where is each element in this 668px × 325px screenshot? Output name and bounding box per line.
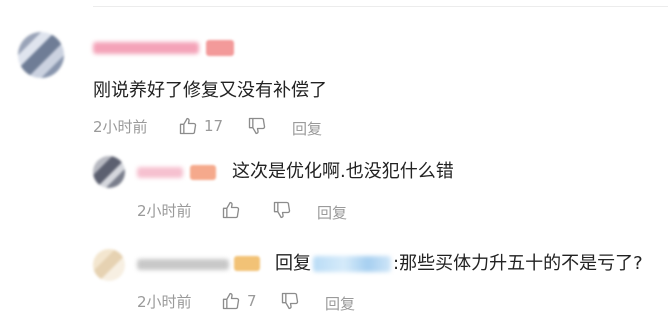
comment-text: 这次是优化啊.也没犯什么错 <box>232 161 454 182</box>
comment-text: 刚说养好了修复又没有补偿了 <box>93 80 327 101</box>
reply-prefix: 回复 <box>275 253 311 274</box>
username[interactable] <box>93 42 199 54</box>
like-button[interactable] <box>221 200 247 220</box>
timestamp: 2小时前 <box>137 202 192 220</box>
reply-button[interactable]: 回复 <box>317 202 347 223</box>
reply-button[interactable]: 回复 <box>325 293 355 314</box>
dislike-button[interactable] <box>247 116 267 136</box>
level-badge <box>234 256 260 271</box>
avatar[interactable] <box>18 32 64 78</box>
like-button[interactable]: 7 <box>221 291 257 311</box>
top-divider <box>93 6 668 7</box>
like-count: 7 <box>247 292 257 310</box>
thumbs-up-icon <box>221 291 241 311</box>
mentioned-user[interactable] <box>313 256 391 272</box>
level-badge <box>190 165 216 180</box>
dislike-button[interactable] <box>272 200 292 220</box>
comment-text: 回复 :那些买体力升五十的不是亏了? <box>275 253 643 275</box>
dislike-button[interactable] <box>280 291 300 311</box>
level-badge <box>206 40 234 56</box>
like-button[interactable]: 17 <box>178 116 223 136</box>
timestamp: 2小时前 <box>93 118 148 136</box>
avatar[interactable] <box>93 156 125 188</box>
thumbs-down-icon <box>272 200 292 220</box>
avatar[interactable] <box>93 249 125 281</box>
reply-body: :那些买体力升五十的不是亏了? <box>393 253 643 274</box>
thumbs-down-icon <box>280 291 300 311</box>
like-count: 17 <box>204 117 224 135</box>
reply-button[interactable]: 回复 <box>292 118 322 139</box>
username[interactable] <box>137 167 183 178</box>
thumbs-up-icon <box>221 200 241 220</box>
thumbs-up-icon <box>178 116 198 136</box>
timestamp: 2小时前 <box>137 293 192 311</box>
thumbs-down-icon <box>247 116 267 136</box>
username[interactable] <box>137 259 229 270</box>
